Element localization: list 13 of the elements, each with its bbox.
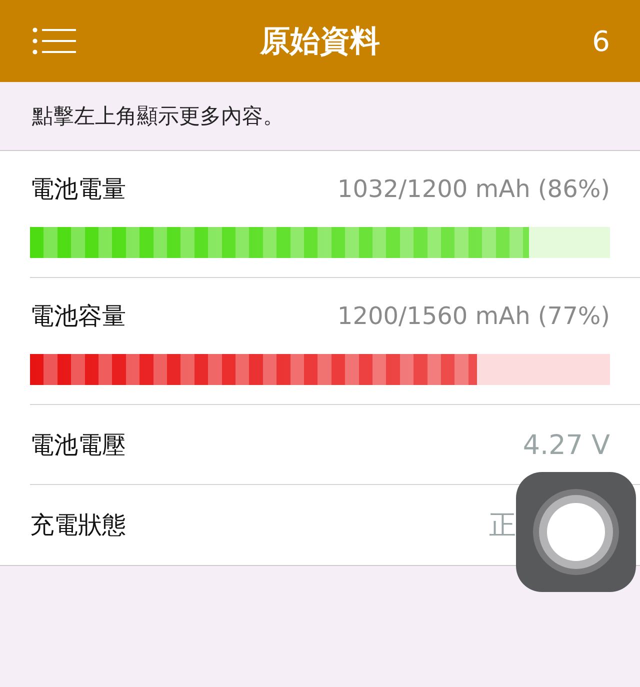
row-label: 電池電壓 [30,430,126,461]
screen-title: 原始資料 [260,22,380,60]
row-label: 充電狀態 [30,510,126,541]
row-label: 電池容量 [30,301,126,332]
hint-text: 點擊左上角顯示更多內容。 [32,103,284,130]
row-value: 1032/1200 mAh (86%) [337,175,610,203]
row-value: 4.27 V [522,430,610,460]
row-label: 電池電量 [30,174,126,205]
row-value: 正 [489,509,516,543]
menu-icon[interactable] [32,27,76,55]
floating-home-button[interactable] [516,472,636,592]
row-value: 1200/1560 mAh (77%) [337,302,610,330]
count-label: 6 [592,24,610,58]
